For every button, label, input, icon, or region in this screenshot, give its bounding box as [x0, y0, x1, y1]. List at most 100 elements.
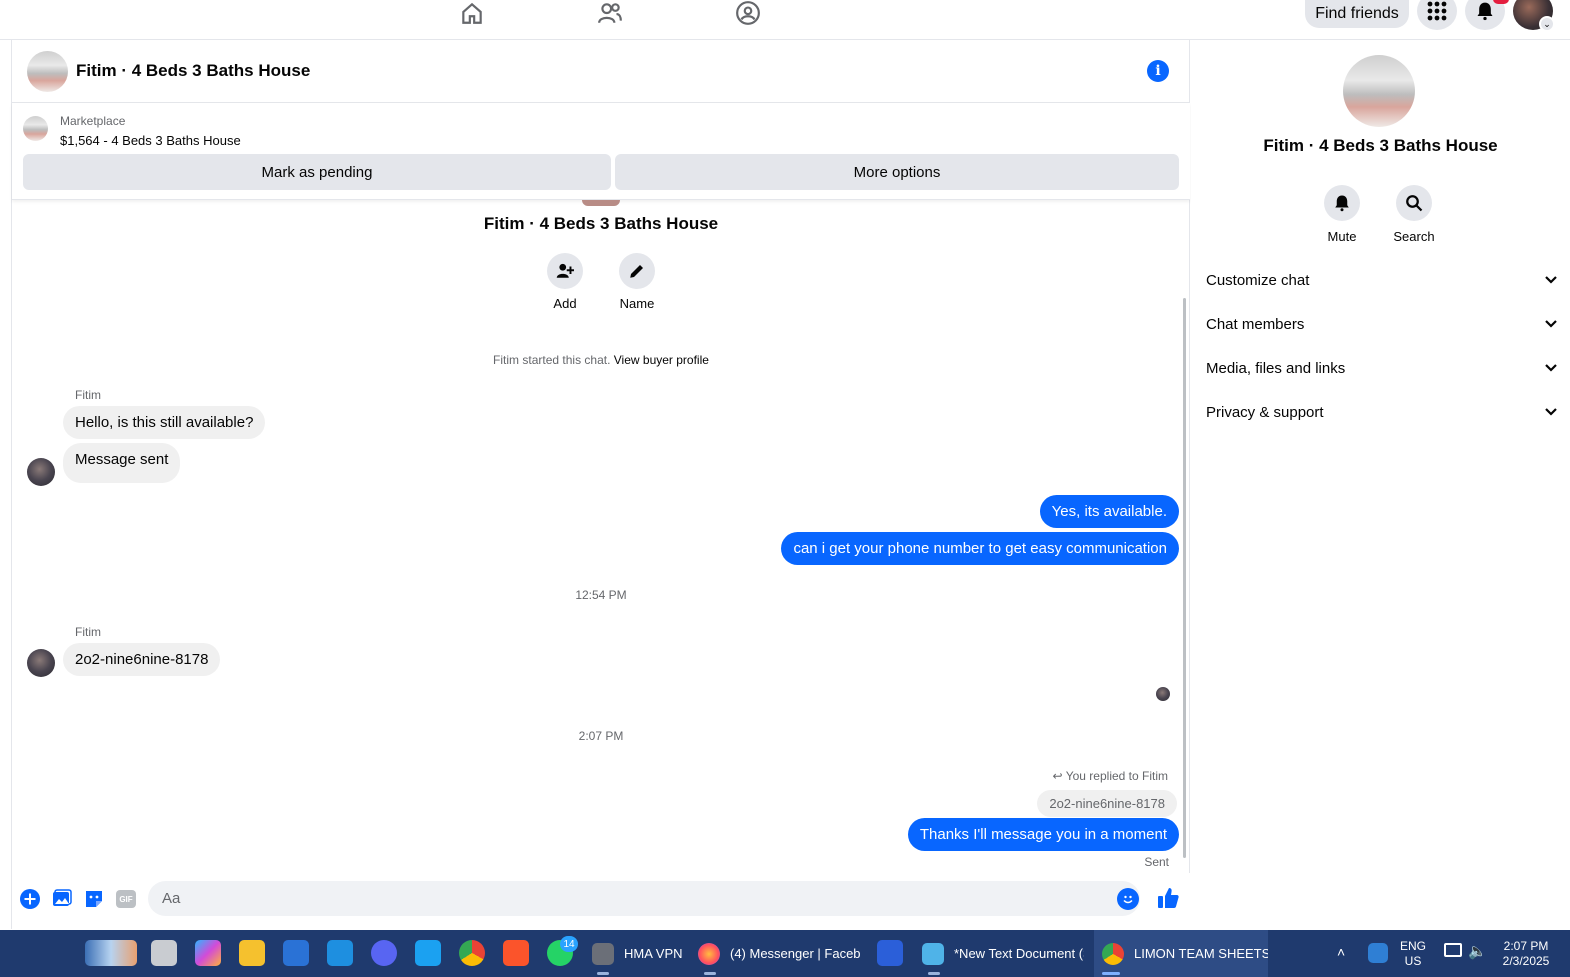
listing-title[interactable]: $1,564 - 4 Beds 3 Baths House	[60, 133, 241, 148]
quoted-message[interactable]: 2o2-nine6nine-8178	[1037, 790, 1177, 817]
incoming-message[interactable]: 2o2-nine6nine-8178	[63, 643, 221, 676]
conversation-photo	[582, 200, 620, 206]
section-label: Customize chat	[1206, 271, 1310, 289]
chat-started-notice: Fitim started this chat. View buyer prof…	[12, 353, 1190, 367]
remote-app-icon[interactable]	[877, 940, 903, 966]
sender-avatar[interactable]	[27, 649, 55, 677]
network-icon[interactable]	[1444, 943, 1462, 957]
copilot-icon[interactable]	[195, 940, 221, 966]
view-buyer-profile-link[interactable]: View buyer profile	[614, 353, 709, 367]
search-icon[interactable]	[1396, 185, 1432, 221]
add-person-icon[interactable]	[547, 253, 583, 289]
app-label: LIMON TEAM SHEETS -	[1134, 946, 1268, 961]
conversation-name: Fitim · 4 Beds 3 Baths House	[1263, 136, 1498, 155]
photo-icon[interactable]	[51, 888, 73, 910]
chevron-down-icon[interactable]: ⌄	[1539, 16, 1555, 32]
groups-icon[interactable]	[733, 0, 763, 26]
message-composer: GIF	[12, 873, 1190, 929]
widgets-icon[interactable]	[85, 940, 137, 966]
message-status: Sent	[1144, 855, 1169, 869]
pencil-icon[interactable]	[619, 253, 655, 289]
chat-avatar[interactable]	[27, 51, 68, 92]
microsoft-store-icon[interactable]	[283, 940, 309, 966]
started-text: Fitim started this chat.	[493, 353, 611, 367]
more-options-button[interactable]: More options	[615, 154, 1179, 190]
chat-header: Fitim · 4 Beds 3 Baths House i	[12, 40, 1190, 103]
taskbar-app-firefox[interactable]: (4) Messenger | Faceboc	[698, 930, 860, 977]
chevron-down-icon	[1544, 404, 1558, 421]
search-action[interactable]: Search	[1379, 185, 1449, 244]
notification-badge	[1493, 0, 1509, 4]
reply-indicator: ↩ You replied to Fitim	[1053, 769, 1168, 783]
listing-thumbnail[interactable]	[23, 116, 48, 141]
chevron-down-icon	[1544, 272, 1558, 289]
incoming-message[interactable]: Message sent	[63, 443, 181, 483]
conversation-avatar[interactable]	[1343, 55, 1415, 127]
mark-as-pending-button[interactable]: Mark as pending	[23, 154, 611, 190]
mute-action[interactable]: Mute	[1307, 185, 1377, 244]
outgoing-message[interactable]: Thanks I'll message you in a moment	[907, 818, 1179, 851]
notifications-bell-icon[interactable]	[1465, 0, 1505, 30]
conversation-details-panel: Fitim · 4 Beds 3 Baths House Mute Search…	[1191, 40, 1570, 929]
plus-icon[interactable]	[19, 888, 41, 910]
outgoing-message[interactable]: can i get your phone number to get easy …	[781, 532, 1179, 565]
outgoing-message[interactable]: Yes, its available.	[1039, 495, 1179, 528]
file-explorer-icon[interactable]	[239, 940, 265, 966]
chat-title[interactable]: Fitim · 4 Beds 3 Baths House	[76, 61, 310, 81]
section-label: Privacy & support	[1206, 403, 1324, 421]
home-icon[interactable]	[457, 0, 487, 26]
media-files-links-section[interactable]: Media, files and links	[1206, 356, 1558, 380]
chevron-down-icon	[1544, 360, 1558, 377]
bell-icon[interactable]	[1324, 185, 1360, 221]
taskbar-app-notepad[interactable]: *New Text Document (3	[922, 930, 1084, 977]
conversation-name: Fitim · 4 Beds 3 Baths House	[483, 214, 719, 233]
gif-icon[interactable]: GIF	[115, 888, 137, 910]
timestamp: 2:07 PM	[578, 729, 624, 743]
system-clock[interactable]: 2:07 PM 2/3/2025	[1495, 939, 1557, 969]
windows-taskbar: 14 HMA VPN (4) Messenger | Faceboc *New …	[0, 930, 1570, 977]
mute-label: Mute	[1327, 229, 1357, 244]
top-navigation-bar: Find friends ⌄	[0, 0, 1570, 40]
friends-icon[interactable]	[595, 0, 625, 26]
chat-panel: Fitim · 4 Beds 3 Baths House i Marketpla…	[11, 40, 1190, 929]
taskbar-app-hma-vpn[interactable]: HMA VPN	[592, 930, 692, 977]
find-friends-button[interactable]: Find friends	[1305, 0, 1409, 28]
search-label: Search	[1393, 229, 1435, 244]
language-indicator[interactable]: ENG US	[1400, 939, 1426, 969]
running-indicator	[928, 972, 940, 975]
chat-members-section[interactable]: Chat members	[1206, 312, 1558, 336]
scrollbar[interactable]	[1183, 298, 1186, 858]
region-code: US	[1404, 954, 1422, 968]
sender-avatar[interactable]	[27, 458, 55, 486]
sticker-icon[interactable]	[83, 888, 105, 910]
brave-icon[interactable]	[503, 940, 529, 966]
running-indicator	[704, 972, 716, 975]
clock-time: 2:07 PM	[1503, 939, 1549, 953]
chevron-up-icon[interactable]: ˄	[1337, 944, 1345, 960]
like-thumbs-up-icon[interactable]	[1155, 885, 1181, 911]
notepad-icon	[922, 942, 944, 965]
menu-grid-icon[interactable]	[1417, 0, 1457, 30]
emoji-icon[interactable]	[1117, 888, 1139, 910]
taskbar-app-chrome-sheets[interactable]: LIMON TEAM SHEETS -	[1094, 930, 1268, 977]
outlook-icon[interactable]	[327, 940, 353, 966]
customize-chat-section[interactable]: Customize chat	[1206, 268, 1558, 292]
chrome-icon[interactable]	[459, 940, 485, 966]
security-shield-icon[interactable]	[1368, 943, 1388, 963]
message-input[interactable]	[148, 881, 1140, 916]
discord-icon[interactable]	[371, 940, 397, 966]
chrome-icon	[1102, 942, 1124, 965]
volume-icon[interactable]: 🔈	[1468, 942, 1487, 960]
incoming-message[interactable]: Hello, is this still available?	[63, 406, 266, 439]
timestamp: 12:54 PM	[575, 588, 627, 602]
info-icon[interactable]: i	[1147, 60, 1169, 82]
app-label: (4) Messenger | Faceboc	[730, 946, 860, 961]
add-label: Add	[553, 296, 577, 311]
privacy-support-section[interactable]: Privacy & support	[1206, 400, 1558, 424]
vscode-icon[interactable]	[415, 940, 441, 966]
firefox-icon	[698, 942, 720, 965]
name-action[interactable]: Name	[607, 253, 667, 311]
add-person-action[interactable]: Add	[535, 253, 595, 311]
seen-avatar	[1156, 687, 1170, 701]
task-view-icon[interactable]	[151, 940, 177, 966]
